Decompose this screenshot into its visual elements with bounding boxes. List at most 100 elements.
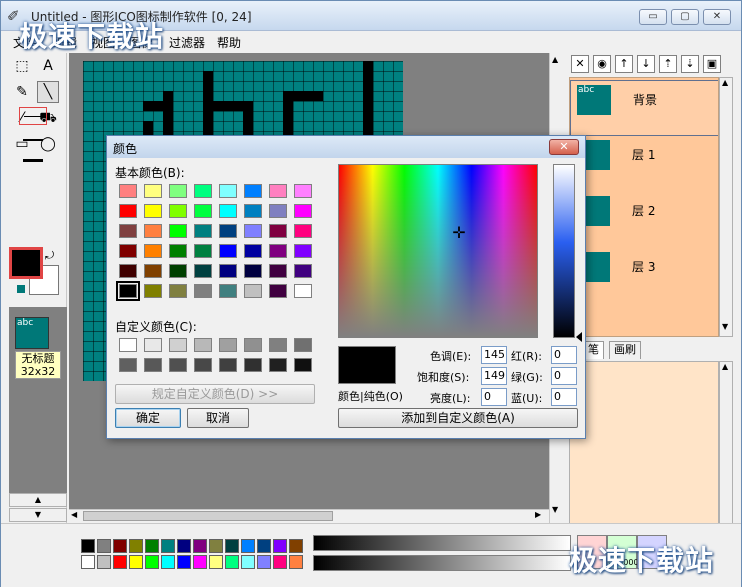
custom-color-swatch[interactable] — [169, 358, 187, 372]
basic-color-swatch[interactable] — [244, 244, 262, 258]
basic-color-swatch[interactable] — [294, 184, 312, 198]
palette-color-swatch[interactable] — [209, 539, 223, 553]
palette-color-swatch[interactable] — [193, 555, 207, 569]
basic-color-swatch[interactable] — [269, 224, 287, 238]
canvas-horizontal-scrollbar[interactable]: ◀ ▶ — [69, 509, 549, 523]
palette-color-swatch[interactable] — [273, 539, 287, 553]
basic-color-swatch[interactable] — [194, 204, 212, 218]
gradient-strip-top[interactable] — [313, 535, 571, 551]
custom-color-swatch[interactable] — [194, 338, 212, 352]
basic-color-swatch[interactable] — [194, 224, 212, 238]
basic-color-swatch[interactable] — [169, 284, 187, 298]
close-button[interactable]: ✕ — [703, 9, 731, 25]
basic-color-swatch[interactable] — [294, 244, 312, 258]
luminance-field[interactable]: 0 — [481, 388, 507, 406]
basic-color-swatch[interactable] — [119, 204, 137, 218]
delete-layer-icon[interactable]: ✕ — [571, 55, 589, 73]
line-width-3[interactable] — [19, 151, 47, 169]
scroll-right-icon[interactable]: ▶ — [535, 510, 541, 519]
basic-color-swatch[interactable] — [119, 224, 137, 238]
basic-color-swatch[interactable] — [244, 204, 262, 218]
layer-properties-icon[interactable]: ▣ — [703, 55, 721, 73]
scroll-up-icon[interactable]: ▲ — [9, 493, 67, 507]
basic-color-swatch[interactable] — [244, 264, 262, 278]
custom-color-swatch[interactable] — [119, 338, 137, 352]
basic-color-swatch[interactable] — [294, 264, 312, 278]
palette-color-swatch[interactable] — [193, 539, 207, 553]
custom-color-swatch[interactable] — [194, 358, 212, 372]
line-tool-icon[interactable]: ╲ — [37, 81, 59, 103]
luminance-arrow-icon[interactable] — [576, 332, 582, 342]
menu-help[interactable]: 帮助 — [217, 34, 241, 51]
layer-top-icon[interactable]: ⇡ — [659, 55, 677, 73]
basic-color-swatch[interactable] — [144, 264, 162, 278]
custom-color-swatch[interactable] — [169, 338, 187, 352]
basic-color-swatch[interactable] — [244, 224, 262, 238]
basic-color-swatch[interactable] — [144, 184, 162, 198]
swap-colors-icon[interactable]: ⤾ — [45, 249, 54, 263]
basic-color-swatch[interactable] — [219, 244, 237, 258]
basic-color-swatch[interactable] — [219, 284, 237, 298]
basic-color-swatch[interactable] — [169, 264, 187, 278]
basic-color-swatch[interactable] — [269, 184, 287, 198]
basic-color-swatch[interactable] — [244, 184, 262, 198]
palette-color-swatch[interactable] — [177, 539, 191, 553]
basic-color-swatch[interactable] — [294, 224, 312, 238]
palette-color-swatch[interactable] — [241, 539, 255, 553]
text-tool-icon[interactable]: A — [37, 55, 59, 77]
basic-color-swatch[interactable] — [269, 244, 287, 258]
line-width-1[interactable] — [19, 107, 47, 125]
layer-list-scrollbar[interactable]: ▲ ▼ — [719, 77, 733, 337]
basic-color-swatch[interactable] — [244, 284, 262, 298]
basic-color-swatch[interactable] — [169, 224, 187, 238]
menu-filter[interactable]: 过滤器 — [169, 34, 205, 51]
basic-color-swatch[interactable] — [269, 284, 287, 298]
cancel-button[interactable]: 取消 — [187, 408, 249, 428]
basic-color-swatch[interactable] — [144, 204, 162, 218]
layer-item-1[interactable]: 层 1 — [570, 136, 718, 192]
palette-color-swatch[interactable] — [129, 555, 143, 569]
basic-color-swatch[interactable] — [194, 184, 212, 198]
basic-color-swatch[interactable] — [194, 284, 212, 298]
add-custom-color-button[interactable]: 添加到自定义颜色(A) — [338, 408, 578, 428]
custom-color-swatch[interactable] — [119, 358, 137, 372]
visibility-layer-icon[interactable]: ◉ — [593, 55, 611, 73]
red-field[interactable]: 0 — [551, 346, 577, 364]
scroll-up-icon[interactable]: ▲ — [552, 55, 558, 64]
palette-color-swatch[interactable] — [225, 539, 239, 553]
scroll-up-icon[interactable]: ▲ — [722, 362, 728, 371]
basic-color-swatch[interactable] — [116, 281, 140, 301]
basic-color-swatch[interactable] — [219, 204, 237, 218]
scroll-left-icon[interactable]: ◀ — [71, 510, 77, 519]
palette-color-swatch[interactable] — [81, 539, 95, 553]
layer-item-2[interactable]: 层 2 — [570, 192, 718, 248]
color-spectrum[interactable] — [338, 164, 538, 338]
palette-color-swatch[interactable] — [289, 555, 303, 569]
basic-color-swatch[interactable] — [119, 184, 137, 198]
custom-color-swatch[interactable] — [219, 338, 237, 352]
basic-color-swatch[interactable] — [269, 204, 287, 218]
basic-color-swatch[interactable] — [194, 264, 212, 278]
basic-color-swatch[interactable] — [294, 284, 312, 298]
pencil-tool-icon[interactable]: ✎ — [11, 81, 33, 103]
custom-color-swatch[interactable] — [219, 358, 237, 372]
basic-color-swatch[interactable] — [169, 184, 187, 198]
basic-color-swatch[interactable] — [144, 224, 162, 238]
basic-color-swatch[interactable] — [219, 224, 237, 238]
palette-color-swatch[interactable] — [161, 555, 175, 569]
tab-brush[interactable]: 画刷 — [609, 341, 641, 359]
scroll-down-icon[interactable]: ▼ — [722, 322, 728, 331]
custom-color-swatch[interactable] — [144, 338, 162, 352]
select-tool-icon[interactable]: ⬚ — [11, 55, 33, 77]
reset-colors-icon[interactable] — [17, 285, 25, 293]
dialog-close-button[interactable]: ✕ — [549, 139, 579, 155]
layer-item-3[interactable]: 层 3 — [570, 248, 718, 304]
custom-color-swatch[interactable] — [244, 358, 262, 372]
scroll-down-icon[interactable]: ▼ — [9, 508, 67, 522]
maximize-button[interactable]: ▢ — [671, 9, 699, 25]
basic-color-swatch[interactable] — [269, 264, 287, 278]
ok-button[interactable]: 确定 — [115, 408, 181, 428]
custom-color-swatch[interactable] — [294, 358, 312, 372]
basic-color-swatch[interactable] — [294, 204, 312, 218]
palette-color-swatch[interactable] — [289, 539, 303, 553]
